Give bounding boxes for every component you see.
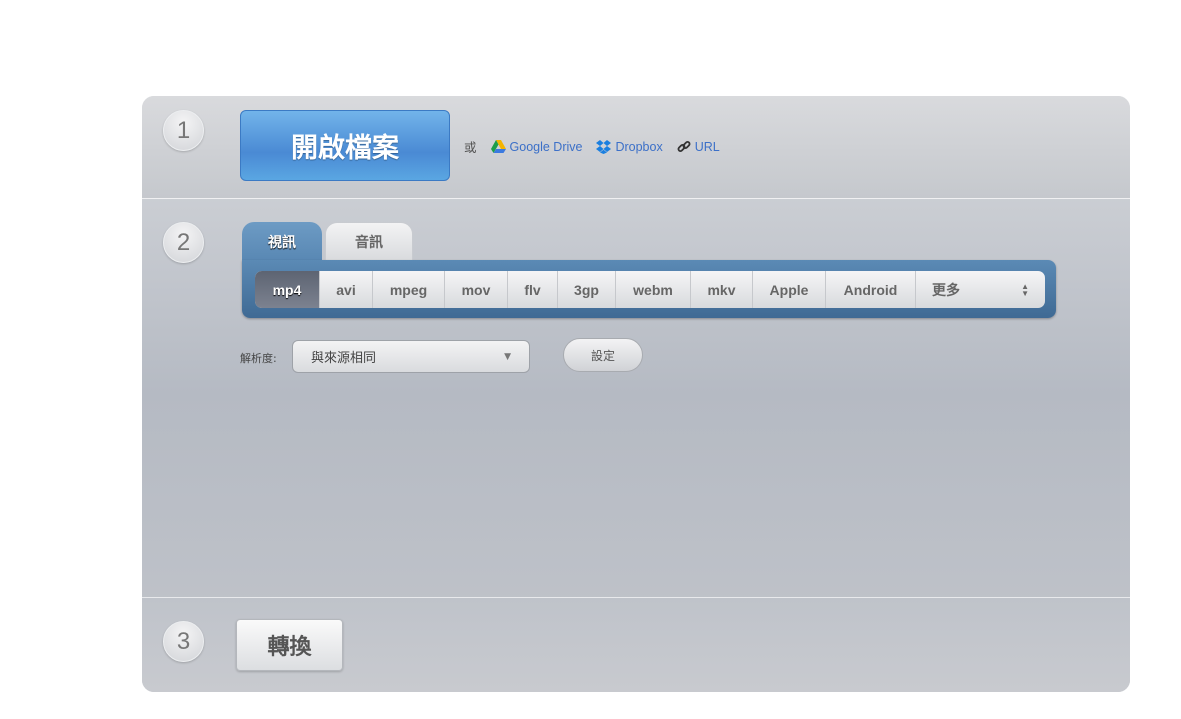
format-mov[interactable]: mov [445, 271, 508, 308]
format-apple[interactable]: Apple [753, 271, 826, 308]
step-number-3: 3 [163, 621, 204, 662]
resolution-value: 與來源相同 [311, 351, 377, 366]
source-links: 或 Google Drive Dropbox URL [464, 137, 720, 156]
converter-panel: 1 開啟檔案 或 Google Drive Dropbox URL 2 視訊 音… [142, 96, 1130, 692]
format-more-select[interactable]: 更多 ▲ ▼ [916, 271, 1045, 308]
format-android[interactable]: Android [826, 271, 916, 308]
google-drive-icon [490, 140, 506, 153]
resolution-label: 解析度: [240, 352, 277, 365]
updown-arrows-icon: ▲ ▼ [1021, 281, 1029, 298]
url-link[interactable]: URL [677, 140, 720, 154]
resolution-select[interactable]: 與來源相同 ▼ [292, 340, 530, 373]
step-1-section: 1 開啟檔案 或 Google Drive Dropbox URL [142, 96, 1130, 199]
format-flv[interactable]: flv [508, 271, 558, 308]
google-drive-link[interactable]: Google Drive [490, 139, 583, 154]
link-icon [677, 140, 691, 152]
more-label: 更多 [932, 281, 960, 298]
url-label: URL [694, 139, 720, 154]
step-number-2: 2 [163, 222, 204, 263]
tab-video[interactable]: 視訊 [242, 222, 322, 262]
tab-audio[interactable]: 音訊 [325, 222, 413, 260]
dropbox-icon [596, 139, 612, 154]
format-mpeg[interactable]: mpeg [373, 271, 445, 308]
google-drive-label: Google Drive [509, 139, 583, 154]
or-label: 或 [464, 141, 477, 155]
format-mp4[interactable]: mp4 [255, 271, 320, 308]
step-number-1: 1 [163, 110, 204, 151]
settings-button[interactable]: 設定 [563, 338, 643, 372]
format-webm[interactable]: webm [616, 271, 691, 308]
format-3gp[interactable]: 3gp [558, 271, 616, 308]
format-bar: mp4 avi mpeg mov flv 3gp webm mkv Apple … [242, 260, 1056, 318]
step-3-section: 3 轉換 [142, 597, 1130, 692]
convert-button[interactable]: 轉換 [236, 619, 343, 671]
format-mkv[interactable]: mkv [691, 271, 753, 308]
dropdown-arrow-icon: ▼ [504, 351, 511, 362]
open-file-button[interactable]: 開啟檔案 [240, 110, 450, 181]
dropbox-label: Dropbox [615, 139, 663, 154]
format-list: mp4 avi mpeg mov flv 3gp webm mkv Apple … [255, 271, 1045, 308]
dropbox-link[interactable]: Dropbox [596, 139, 663, 154]
format-avi[interactable]: avi [320, 271, 373, 308]
